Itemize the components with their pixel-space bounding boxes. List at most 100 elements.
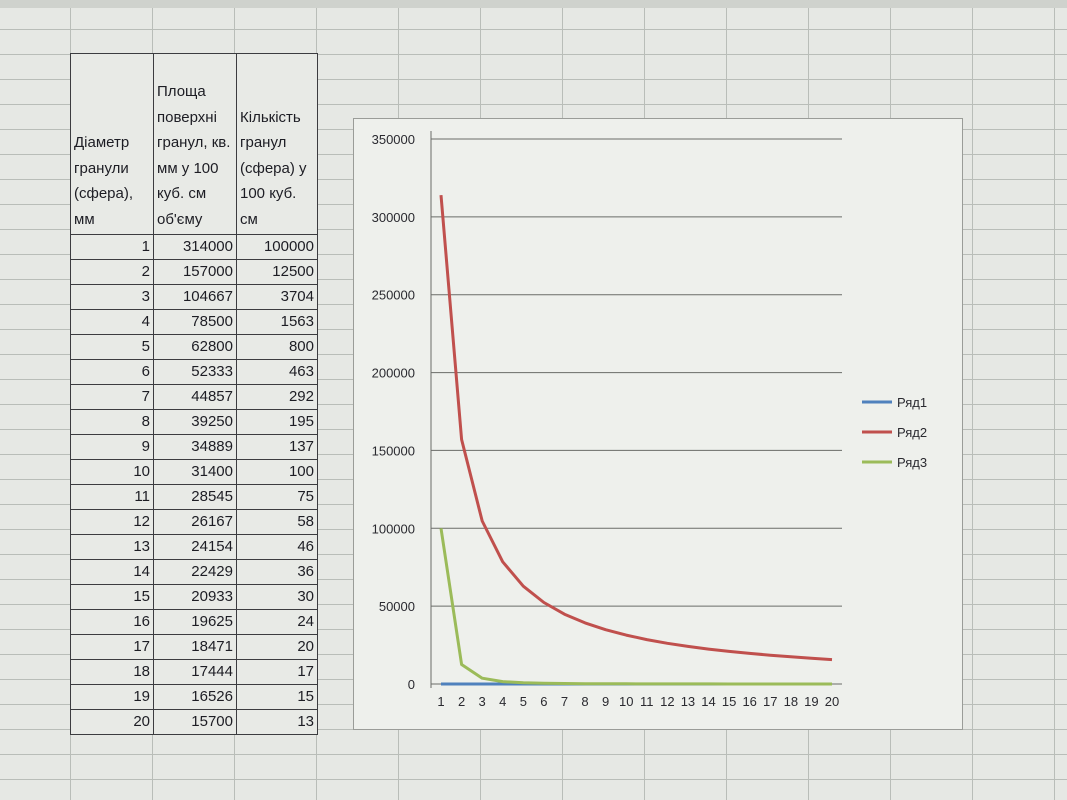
x-tick-label: 1: [437, 694, 444, 709]
cell-diameter[interactable]: 8: [70, 409, 154, 435]
cell-diameter[interactable]: 19: [70, 684, 154, 710]
cell-surface-area[interactable]: 16526: [153, 684, 237, 710]
cell-granule-count[interactable]: 13: [236, 709, 318, 735]
cell-surface-area[interactable]: 15700: [153, 709, 237, 735]
table-row: 10 31400 100: [70, 459, 318, 485]
cell-surface-area[interactable]: 24154: [153, 534, 237, 560]
x-tick-label: 6: [540, 694, 547, 709]
cell-granule-count[interactable]: 75: [236, 484, 318, 510]
cell-diameter[interactable]: 12: [70, 509, 154, 535]
cell-surface-area[interactable]: 52333: [153, 359, 237, 385]
cell-surface-area[interactable]: 22429: [153, 559, 237, 585]
table-body: 1 314000 100000 2 157000 12500 3 104667 3704 4 785…: [70, 234, 318, 735]
cell-diameter[interactable]: 15: [70, 584, 154, 610]
cell-surface-area[interactable]: 39250: [153, 409, 237, 435]
cell-diameter[interactable]: 7: [70, 384, 154, 410]
cell-surface-area[interactable]: 44857: [153, 384, 237, 410]
header-surface-area[interactable]: Площа поверхні гранул, кв. мм у 100 куб.…: [153, 53, 237, 235]
y-tick-label: 300000: [372, 210, 415, 225]
table-row: 6 52333 463: [70, 359, 318, 385]
cell-diameter[interactable]: 3: [70, 284, 154, 310]
table-row: 12 26167 58: [70, 509, 318, 535]
table-row: 7 44857 292: [70, 384, 318, 410]
cell-surface-area[interactable]: 314000: [153, 234, 237, 260]
cell-diameter[interactable]: 13: [70, 534, 154, 560]
x-tick-label: 10: [619, 694, 633, 709]
cell-granule-count[interactable]: 36: [236, 559, 318, 585]
x-tick-label: 20: [825, 694, 839, 709]
cell-granule-count[interactable]: 15: [236, 684, 318, 710]
table-row: 1 314000 100000: [70, 234, 318, 260]
y-tick-label: 50000: [379, 599, 415, 614]
cell-surface-area[interactable]: 18471: [153, 634, 237, 660]
x-tick-label: 9: [602, 694, 609, 709]
cell-surface-area[interactable]: 157000: [153, 259, 237, 285]
header-diameter[interactable]: Діаметр гранули (сфера), мм: [70, 53, 154, 235]
cell-surface-area[interactable]: 17444: [153, 659, 237, 685]
cell-diameter[interactable]: 16: [70, 609, 154, 635]
cell-granule-count[interactable]: 17: [236, 659, 318, 685]
cell-granule-count[interactable]: 46: [236, 534, 318, 560]
cell-granule-count[interactable]: 20: [236, 634, 318, 660]
x-tick-label: 18: [784, 694, 798, 709]
cell-diameter[interactable]: 2: [70, 259, 154, 285]
cell-diameter[interactable]: 6: [70, 359, 154, 385]
x-tick-label: 12: [660, 694, 674, 709]
cell-surface-area[interactable]: 31400: [153, 459, 237, 485]
cell-diameter[interactable]: 18: [70, 659, 154, 685]
table-row: 8 39250 195: [70, 409, 318, 435]
legend-entry: Ряд1: [897, 395, 927, 410]
cell-diameter[interactable]: 1: [70, 234, 154, 260]
chart[interactable]: 0 50000 100000 150000 200000 250000 300000 3500…: [353, 118, 963, 730]
cell-surface-area[interactable]: 28545: [153, 484, 237, 510]
cell-diameter[interactable]: 11: [70, 484, 154, 510]
cell-diameter[interactable]: 4: [70, 309, 154, 335]
legend-entry: Ряд2: [897, 425, 927, 440]
cell-granule-count[interactable]: 3704: [236, 284, 318, 310]
cell-granule-count[interactable]: 30: [236, 584, 318, 610]
cell-granule-count[interactable]: 137: [236, 434, 318, 460]
cell-granule-count[interactable]: 292: [236, 384, 318, 410]
cell-diameter[interactable]: 10: [70, 459, 154, 485]
table-row: 9 34889 137: [70, 434, 318, 460]
column-header-bar: [0, 0, 1067, 8]
header-granule-count[interactable]: Кількість гранул (сфера) у 100 куб. см: [236, 53, 318, 235]
cell-granule-count[interactable]: 800: [236, 334, 318, 360]
x-tick-label: 2: [458, 694, 465, 709]
table-row: 20 15700 13: [70, 709, 318, 735]
x-tick-label: 7: [561, 694, 568, 709]
cell-diameter[interactable]: 14: [70, 559, 154, 585]
table-row: 18 17444 17: [70, 659, 318, 685]
cell-surface-area[interactable]: 78500: [153, 309, 237, 335]
x-tick-label: 5: [520, 694, 527, 709]
y-tick-label: 350000: [372, 132, 415, 147]
cell-granule-count[interactable]: 195: [236, 409, 318, 435]
cell-granule-count[interactable]: 24: [236, 609, 318, 635]
cell-diameter[interactable]: 5: [70, 334, 154, 360]
y-tick-label: 100000: [372, 521, 415, 536]
cell-diameter[interactable]: 9: [70, 434, 154, 460]
cell-diameter[interactable]: 17: [70, 634, 154, 660]
cell-granule-count[interactable]: 463: [236, 359, 318, 385]
cell-surface-area[interactable]: 26167: [153, 509, 237, 535]
y-tick-label: 150000: [372, 443, 415, 458]
cell-surface-area[interactable]: 20933: [153, 584, 237, 610]
cell-granule-count[interactable]: 100000: [236, 234, 318, 260]
cell-diameter[interactable]: 20: [70, 709, 154, 735]
table-row: 17 18471 20: [70, 634, 318, 660]
cell-surface-area[interactable]: 62800: [153, 334, 237, 360]
series-line-2: [439, 194, 833, 662]
cell-granule-count[interactable]: 12500: [236, 259, 318, 285]
x-tick-label: 4: [499, 694, 506, 709]
y-tick-label: 0: [408, 677, 415, 692]
cell-surface-area[interactable]: 34889: [153, 434, 237, 460]
cell-granule-count[interactable]: 58: [236, 509, 318, 535]
cell-granule-count[interactable]: 100: [236, 459, 318, 485]
table-row: 3 104667 3704: [70, 284, 318, 310]
table-row: 13 24154 46: [70, 534, 318, 560]
cell-granule-count[interactable]: 1563: [236, 309, 318, 335]
table-row: 2 157000 12500: [70, 259, 318, 285]
cell-surface-area[interactable]: 104667: [153, 284, 237, 310]
x-tick-label: 19: [804, 694, 818, 709]
cell-surface-area[interactable]: 19625: [153, 609, 237, 635]
